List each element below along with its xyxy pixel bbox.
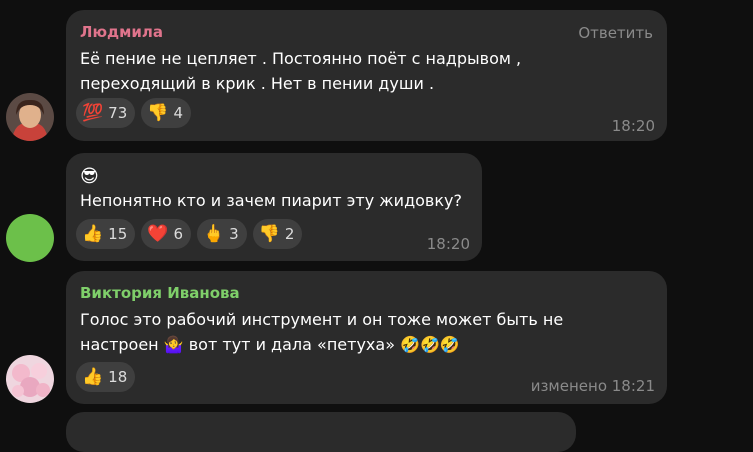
middle-finger-icon: 🖕 [202, 223, 225, 244]
reaction-middle-finger[interactable]: 🖕 3 [196, 219, 247, 249]
reaction-heart[interactable]: ❤️ 6 [141, 219, 191, 249]
rofl-icon: 🤣🤣🤣 [400, 335, 460, 354]
avatar[interactable] [6, 214, 54, 262]
message-text: Её пение не цепляет . Постоянно поёт с н… [80, 49, 522, 93]
reaction-thumbs-up[interactable]: 👍 15 [76, 219, 136, 249]
reaction-count: 73 [108, 104, 128, 122]
reaction-count: 6 [173, 225, 183, 243]
reaction-thumbs-down[interactable]: 👎 2 [252, 219, 303, 249]
thumbs-down-icon: 👎 [258, 223, 280, 244]
reaction-thumbs-down[interactable]: 👎 4 [141, 98, 191, 128]
message-bubble: 😎 Непонятно кто и зачем пиарит эту жидов… [66, 153, 482, 261]
thumbs-up-icon: 👍 [82, 223, 104, 244]
message-bubble: Виктория Иванова Голос это рабочий инстр… [66, 271, 667, 404]
message-text: Голос это рабочий инструмент и он тоже м… [80, 310, 564, 354]
message-time: изменено 18:21 [530, 377, 655, 395]
reply-button[interactable]: Ответить [578, 24, 653, 42]
hundred-points-icon: 💯 [82, 102, 104, 123]
author-name[interactable]: Виктория Иванова [80, 284, 240, 302]
message-bubble [66, 412, 576, 452]
avatar[interactable] [6, 93, 54, 141]
reaction-thumbs-up[interactable]: 👍 18 [76, 362, 136, 392]
thumbs-up-icon: 👍 [82, 366, 104, 387]
emoji-line: 😎 [80, 166, 99, 187]
reaction-hundred[interactable]: 💯 73 [76, 98, 136, 128]
reaction-count: 4 [173, 104, 183, 122]
reaction-count: 2 [284, 225, 295, 243]
message-text: Непонятно кто и зачем пиарит эту жидовку… [80, 191, 462, 210]
reaction-count: 3 [229, 225, 239, 243]
message-time: 18:20 [426, 235, 470, 253]
thumbs-down-icon: 👎 [147, 102, 169, 123]
avatar[interactable] [6, 355, 54, 403]
reaction-count: 18 [108, 368, 128, 386]
message-bubble: Людмила Ответить Её пение не цепляет . П… [66, 10, 667, 141]
person-shrugging-icon: 🤷‍♀️ [163, 335, 184, 354]
author-name[interactable]: Людмила [80, 23, 163, 41]
message-time: 18:20 [611, 117, 655, 135]
reaction-count: 15 [108, 225, 128, 243]
heart-icon: ❤️ [147, 223, 169, 244]
